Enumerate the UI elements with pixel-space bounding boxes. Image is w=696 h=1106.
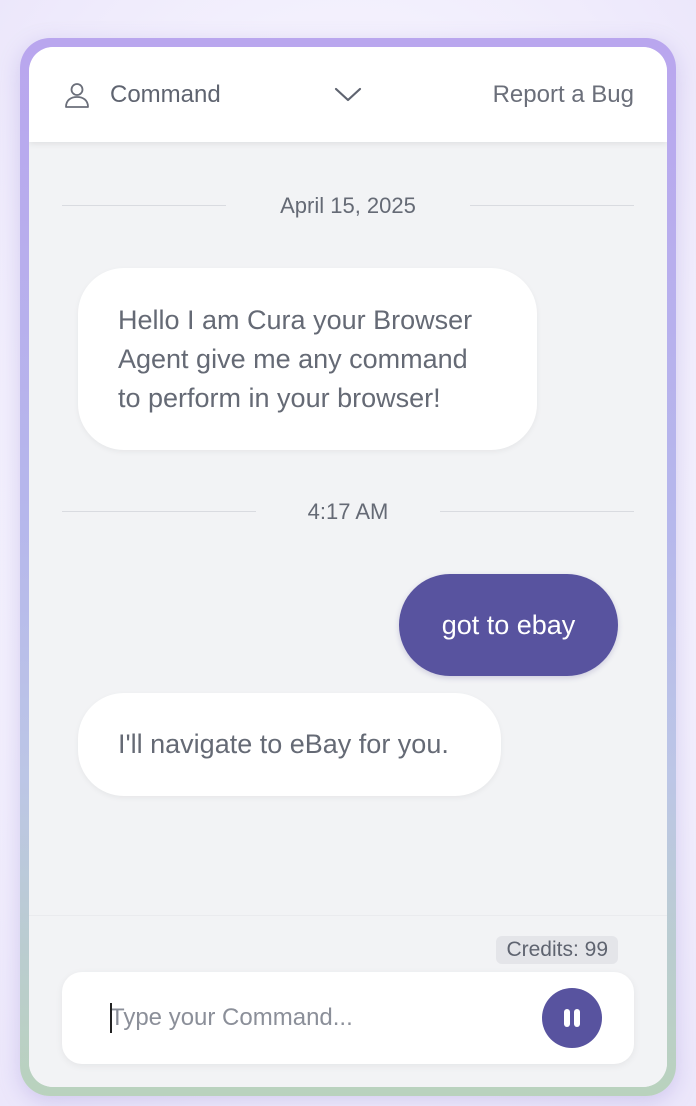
- chevron-down-icon: [334, 87, 362, 102]
- time-divider-label: 4:17 AM: [307, 499, 389, 524]
- user-icon: [65, 83, 89, 108]
- divider-line-right: [440, 511, 634, 512]
- composer-area: Credits: 99: [29, 915, 667, 1087]
- credits-badge: Credits: 99: [496, 936, 618, 964]
- text-caret: [110, 1003, 112, 1033]
- agent-message-text: I'll navigate to eBay for you.: [118, 729, 449, 759]
- command-input-box: [62, 972, 634, 1064]
- top-bar: Command Report a Bug: [29, 47, 667, 142]
- agent-message: I'll navigate to eBay for you.: [78, 693, 501, 796]
- date-divider-label: April 15, 2025: [280, 193, 416, 218]
- pause-icon: [564, 1009, 580, 1027]
- divider-line-right: [470, 205, 634, 206]
- user-message-text: got to ebay: [441, 610, 576, 640]
- date-divider: April 15, 2025: [62, 191, 634, 221]
- time-divider: 4:17 AM: [62, 497, 634, 527]
- command-input[interactable]: [110, 996, 530, 1040]
- pause-button[interactable]: [542, 988, 602, 1048]
- report-bug-link[interactable]: Report a Bug: [493, 81, 634, 109]
- mode-dropdown[interactable]: Command: [63, 75, 363, 115]
- user-message: got to ebay: [399, 574, 618, 676]
- agent-message: Hello I am Cura your Browser Agent give …: [78, 268, 537, 450]
- chat-panel: Command Report a Bug April 15, 2025 Hell…: [29, 47, 667, 1087]
- mode-label: Command: [110, 81, 221, 108]
- agent-message-text: Hello I am Cura your Browser Agent give …: [118, 305, 473, 413]
